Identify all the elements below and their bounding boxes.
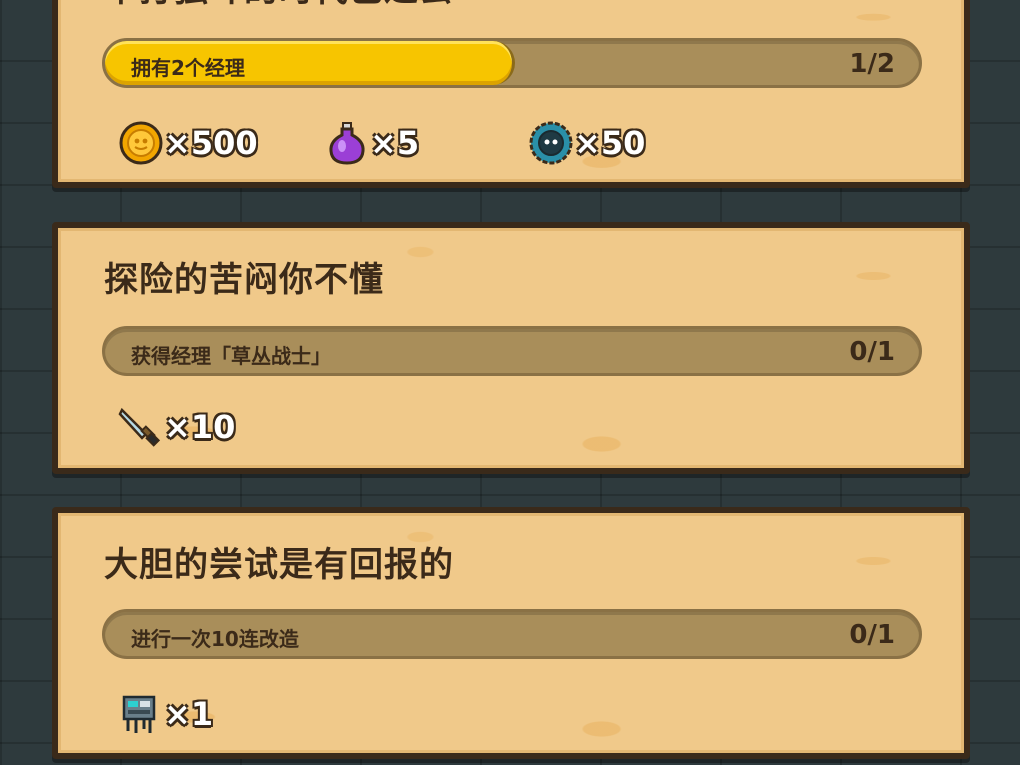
progress-count: 1/2 [849,49,895,79]
dagger-icon [118,407,161,447]
blue-gear-token-icon [529,121,573,165]
purple-potion-icon [329,122,365,165]
quest-progress-bar: 拥有2个经理 1/2 [102,38,922,88]
quest-objective: 拥有2个经理 [131,56,245,80]
quest-card-1[interactable]: 单打独斗的时代已过去 拥有2个经理 1/2 ×500 ×5 [52,0,970,188]
quest-card-2[interactable]: 探险的苦闷你不懂 获得经理「草丛战士」 0/1 ×10 [52,222,970,474]
quest-title: 单打独斗的时代已过去 [104,0,454,11]
gold-coin-icon [119,121,163,165]
quest-progress-bar: 获得经理「草丛战士」 0/1 [102,326,922,376]
reward-qty: ×500 [164,124,258,162]
robot-machine-icon [122,695,156,733]
progress-count: 0/1 [849,620,895,650]
reward-qty: ×1 [164,695,214,733]
quest-title: 大胆的尝试是有回报的 [104,545,454,585]
reward-qty: ×10 [164,408,236,446]
progress-count: 0/1 [849,337,895,367]
quest-progress-bar: 进行一次10连改造 0/1 [102,609,922,659]
reward-qty: ×50 [574,124,646,162]
quest-objective: 获得经理「草丛战士」 [131,344,331,368]
quest-title: 探险的苦闷你不懂 [104,260,384,300]
quest-objective: 进行一次10连改造 [131,627,299,651]
reward-qty: ×5 [370,124,420,162]
quest-card-3[interactable]: 大胆的尝试是有回报的 进行一次10连改造 0/1 ×1 [52,507,970,759]
